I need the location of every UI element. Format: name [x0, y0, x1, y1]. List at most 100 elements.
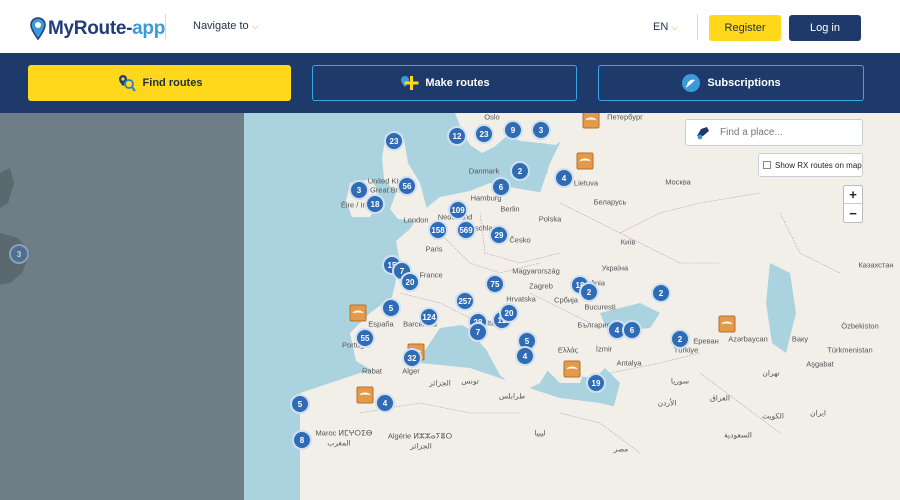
map-place-label: France	[419, 270, 443, 280]
route-cluster[interactable]: 55	[355, 328, 375, 348]
language-selector[interactable]: EN ⌵	[653, 21, 678, 33]
map-place-label: Zagreb	[529, 281, 553, 291]
tab-label: Find routes	[142, 77, 203, 89]
map-place-label: London	[403, 215, 429, 225]
map-place-label: Bucuresti	[584, 302, 616, 312]
location-pin-icon	[30, 17, 46, 41]
poi-marker[interactable]	[576, 152, 594, 170]
route-cluster[interactable]: 257	[455, 291, 475, 311]
map-place-label: Беларусь	[593, 197, 627, 207]
route-cluster[interactable]: 7	[468, 322, 488, 342]
route-cluster[interactable]: 3	[9, 244, 29, 264]
wave-icon	[352, 310, 364, 316]
route-search-icon	[117, 73, 137, 93]
logo-text: MyRoute-app	[48, 18, 166, 39]
top-header: MyRoute-app Navigate to ⌵ EN ⌵ Register …	[0, 0, 900, 53]
route-cluster[interactable]: 9	[503, 120, 523, 140]
route-cluster[interactable]: 4	[375, 393, 395, 413]
route-cluster[interactable]: 32	[402, 348, 422, 368]
map-place-label: Србија	[554, 295, 578, 305]
map-place-label: Antalya	[616, 358, 642, 368]
map-place-label: ایران	[810, 408, 826, 418]
place-search	[685, 119, 863, 146]
map-place-label: السعودية	[723, 430, 753, 440]
myroute-logo[interactable]: MyRoute-app	[30, 15, 165, 43]
map-place-label: Oslo	[484, 113, 500, 122]
map-place-label: Ереван	[693, 336, 719, 346]
route-cluster[interactable]: 6	[622, 320, 642, 340]
route-cluster[interactable]: 124	[419, 307, 439, 327]
map-place-label: Polska	[538, 214, 562, 224]
map-place-label: العراق	[709, 393, 731, 403]
route-cluster[interactable]: 3	[531, 120, 551, 140]
rx-routes-toggle[interactable]: Show RX routes on map	[758, 153, 863, 177]
map-place-label: България	[577, 320, 611, 330]
route-cluster[interactable]: 158	[428, 220, 448, 240]
map-place-label: Türkmenistan	[827, 345, 873, 355]
route-cluster[interactable]: 109	[448, 200, 468, 220]
register-button[interactable]: Register	[709, 15, 781, 41]
route-cluster[interactable]: 12	[447, 126, 467, 146]
route-cluster[interactable]: 56	[397, 176, 417, 196]
map-place-label: Česko	[509, 235, 531, 245]
navigate-to-label: Navigate to	[193, 20, 249, 32]
poi-marker[interactable]	[563, 360, 581, 378]
poi-marker[interactable]	[718, 315, 736, 333]
rx-routes-label: Show RX routes on map	[775, 160, 862, 170]
map-place-label: الكويت	[762, 411, 784, 421]
route-cluster[interactable]: 4	[515, 346, 535, 366]
map-place-label: Maroc ⵍⵎⵖⵔⵉⴱ	[315, 428, 373, 438]
tab-subscriptions[interactable]: Subscriptions	[598, 65, 864, 101]
route-cluster[interactable]: 4	[554, 168, 574, 188]
zoom-in-button[interactable]: +	[844, 186, 862, 204]
map-camera-icon[interactable]	[692, 122, 714, 144]
map-place-label: تونس	[461, 376, 479, 386]
tab-find-routes[interactable]: Find routes	[28, 65, 291, 101]
route-cluster[interactable]: 20	[400, 272, 420, 292]
poi-marker[interactable]	[356, 386, 374, 404]
map-place-label: Berlin	[500, 204, 520, 214]
zoom-out-button[interactable]: −	[844, 204, 862, 222]
tab-label: Subscriptions	[707, 77, 781, 89]
route-cluster[interactable]: 19	[586, 373, 606, 393]
route-cluster[interactable]: 2	[579, 282, 599, 302]
place-search-input[interactable]	[720, 127, 860, 138]
map-place-label: Ваку	[791, 334, 809, 344]
route-cluster[interactable]: 75	[485, 274, 505, 294]
route-cluster[interactable]: 569	[456, 220, 476, 240]
route-cluster[interactable]: 2	[670, 329, 690, 349]
poi-marker[interactable]	[582, 113, 600, 129]
zoom-control: + −	[843, 185, 863, 223]
navigate-to-menu[interactable]: Navigate to ⌵	[193, 20, 258, 32]
rx-routes-checkbox[interactable]	[763, 161, 771, 169]
poi-marker[interactable]	[349, 304, 367, 322]
map-place-label: Ελλάς	[557, 345, 579, 355]
map-place-label: Özbekiston	[841, 321, 879, 331]
map-place-label: Київ	[620, 237, 636, 247]
map-place-label: Петербург	[607, 113, 643, 122]
route-cluster[interactable]: 5	[290, 394, 310, 414]
route-cluster[interactable]: 8	[292, 430, 312, 450]
map-place-label: Azərbaycan	[728, 334, 768, 344]
map-place-label: المغرب	[327, 438, 351, 448]
route-cluster[interactable]: 2	[510, 161, 530, 181]
language-label: EN	[653, 21, 669, 33]
route-cluster[interactable]: 6	[491, 177, 511, 197]
map-place-label: España	[368, 319, 394, 329]
tab-label: Make routes	[425, 77, 490, 89]
tab-make-routes[interactable]: Make routes	[312, 65, 577, 101]
map-place-label: Казахстан	[858, 260, 894, 270]
route-cluster[interactable]: 5	[381, 298, 401, 318]
map-place-label: ليبيا	[534, 428, 546, 438]
route-cluster[interactable]: 20	[499, 303, 519, 323]
header-divider	[165, 14, 166, 40]
main-tab-bar: Find routes Make routes Subscriptions	[0, 53, 900, 113]
route-cluster[interactable]: 23	[384, 131, 404, 151]
chevron-down-icon: ⌵	[671, 21, 679, 32]
route-cluster[interactable]: 23	[474, 124, 494, 144]
route-cluster[interactable]: 2	[651, 283, 671, 303]
login-button[interactable]: Log in	[789, 15, 861, 41]
route-create-icon	[399, 73, 419, 93]
route-cluster[interactable]: 29	[489, 225, 509, 245]
route-cluster[interactable]: 18	[365, 194, 385, 214]
